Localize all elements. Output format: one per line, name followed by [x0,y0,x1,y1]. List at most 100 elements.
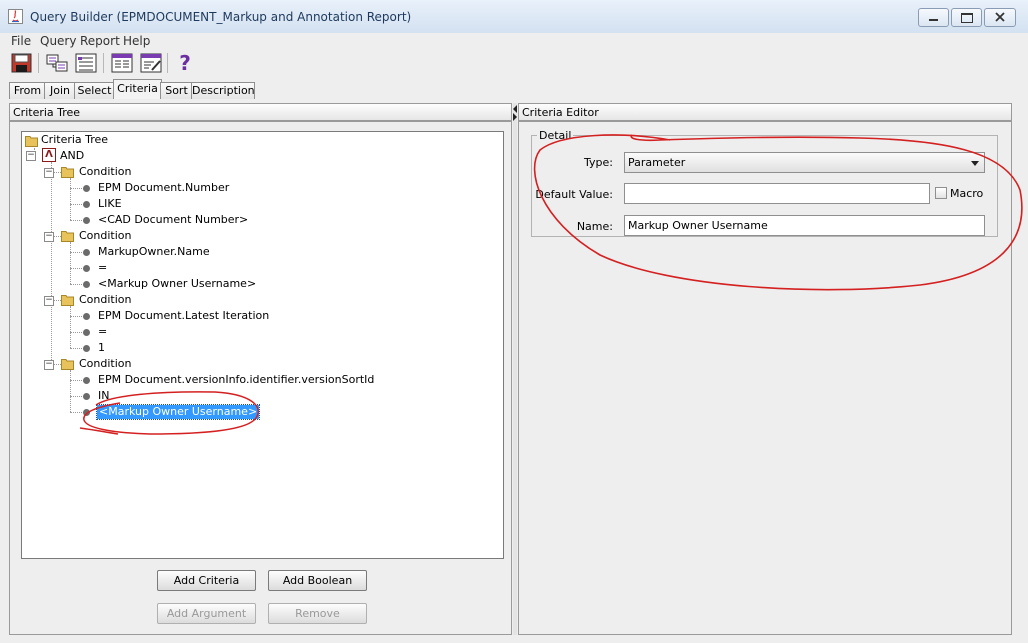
tree-condition-node[interactable]: Condition [79,357,132,371]
tree-condition-node[interactable]: Condition [79,293,132,307]
minimize-button[interactable] [918,8,949,27]
tab-bar: From Join Select Criteria Sort Descripti… [0,78,1028,100]
tree-leaf-node[interactable]: = [98,325,107,339]
menu-help[interactable]: Help [123,34,150,48]
bullet-icon [83,393,90,400]
tree-condition-node[interactable]: Condition [79,229,132,243]
tree-leaf-node[interactable]: IN [98,389,109,403]
type-select[interactable]: Parameter [624,152,985,173]
maximize-button[interactable] [951,8,982,27]
default-value-field[interactable] [624,183,930,204]
menu-report[interactable]: Report [80,34,120,48]
tree-leaf-node[interactable]: <Markup Owner Username> [98,277,256,291]
tab-from[interactable]: From [9,82,46,99]
tree-connector [70,316,82,317]
tree-connector [70,204,82,205]
tree-and-node[interactable]: AND [60,149,84,163]
bullet-icon [83,377,90,384]
remove-button[interactable]: Remove [268,603,367,624]
macro-checkbox[interactable] [935,187,947,199]
join-icon[interactable] [45,52,69,74]
tab-join[interactable]: Join [44,82,76,99]
bullet-icon [83,313,90,320]
tab-criteria[interactable]: Criteria [113,79,162,100]
tree-leaf-node[interactable]: EPM Document.versionInfo.identifier.vers… [98,373,374,387]
default-value-label: Default Value: [535,188,613,201]
tree-leaf-node-selected[interactable]: <Markup Owner Username> [95,404,261,420]
tree-root-label[interactable]: Criteria Tree [41,133,108,147]
bullet-icon [83,265,90,272]
close-icon [995,12,1005,22]
add-criteria-button[interactable]: Add Criteria [157,570,256,591]
tree-connector [70,220,82,221]
tree-leaf-node[interactable]: EPM Document.Number [98,181,229,195]
tree-connector [70,396,82,397]
name-label: Name: [576,220,613,233]
tree-connector [70,284,82,285]
tree-connector [70,188,82,189]
tree-connector [70,412,82,413]
window-title: Query Builder (EPMDOCUMENT_Markup and An… [30,10,412,24]
collapse-toggle-icon[interactable]: − [44,168,54,178]
edit-report-icon[interactable] [139,52,163,74]
bullet-icon [83,249,90,256]
tree-leaf-node[interactable]: MarkupOwner.Name [98,245,210,259]
collapse-toggle-icon[interactable]: − [44,232,54,242]
tree-leaf-node[interactable]: EPM Document.Latest Iteration [98,309,269,323]
tree-leaf-node[interactable]: LIKE [98,197,122,211]
tree-connector [70,306,71,348]
criteria-editor-header: Criteria Editor [518,103,1012,121]
folder-open-icon [61,231,74,242]
tree-connector [70,252,82,253]
name-field[interactable]: Markup Owner Username [624,215,985,236]
collapse-toggle-icon[interactable]: − [44,296,54,306]
report-icon[interactable] [110,52,134,74]
java-app-icon [8,9,23,24]
menu-query[interactable]: Query [40,34,76,48]
folder-open-icon [25,136,38,147]
tab-description[interactable]: Description [191,82,255,99]
add-boolean-button[interactable]: Add Boolean [268,570,367,591]
collapse-toggle-icon[interactable]: − [44,360,54,370]
menu-bar: File Query Report Help [0,33,1028,49]
bullet-icon [83,409,90,416]
collapse-toggle-icon[interactable]: − [26,151,36,161]
toolbar: ? [0,49,1028,78]
chevron-down-icon [971,161,979,166]
and-operator-icon: Λ [42,148,56,162]
tree-connector [70,348,82,349]
title-bar[interactable]: Query Builder (EPMDOCUMENT_Markup and An… [0,0,1028,34]
macro-label: Macro [950,187,984,200]
toolbar-separator [38,53,39,73]
menu-file[interactable]: File [11,34,31,48]
tree-leaf-node[interactable]: = [98,261,107,275]
panel-splitter[interactable] [513,103,517,635]
folder-open-icon [61,295,74,306]
type-select-value: Parameter [628,156,686,169]
close-button[interactable] [984,8,1016,27]
bullet-icon [83,201,90,208]
tree-connector [70,268,82,269]
tree-connector [70,332,82,333]
tab-sort[interactable]: Sort [160,82,193,99]
toolbar-separator [167,53,168,73]
help-icon[interactable]: ? [173,52,197,74]
tab-select[interactable]: Select [74,82,115,99]
collapse-left-icon[interactable] [513,105,517,113]
toolbar-separator [103,53,104,73]
tree-leaf-node[interactable]: <CAD Document Number> [98,213,248,227]
tree-connector [70,242,71,284]
criteria-tree[interactable]: Criteria Tree − Λ AND − Condition EPM Do… [21,131,504,559]
select-list-icon[interactable] [74,52,98,74]
detail-group-label: Detail [537,129,574,142]
save-icon[interactable] [10,52,34,74]
minimize-icon [929,19,938,21]
tree-condition-node[interactable]: Condition [79,165,132,179]
collapse-right-icon[interactable] [513,113,517,121]
tree-connector [70,380,82,381]
criteria-tree-header: Criteria Tree [9,103,512,121]
tree-leaf-node[interactable]: 1 [98,341,105,355]
tree-connector [70,178,71,220]
type-label: Type: [584,156,613,169]
add-argument-button[interactable]: Add Argument [157,603,256,624]
